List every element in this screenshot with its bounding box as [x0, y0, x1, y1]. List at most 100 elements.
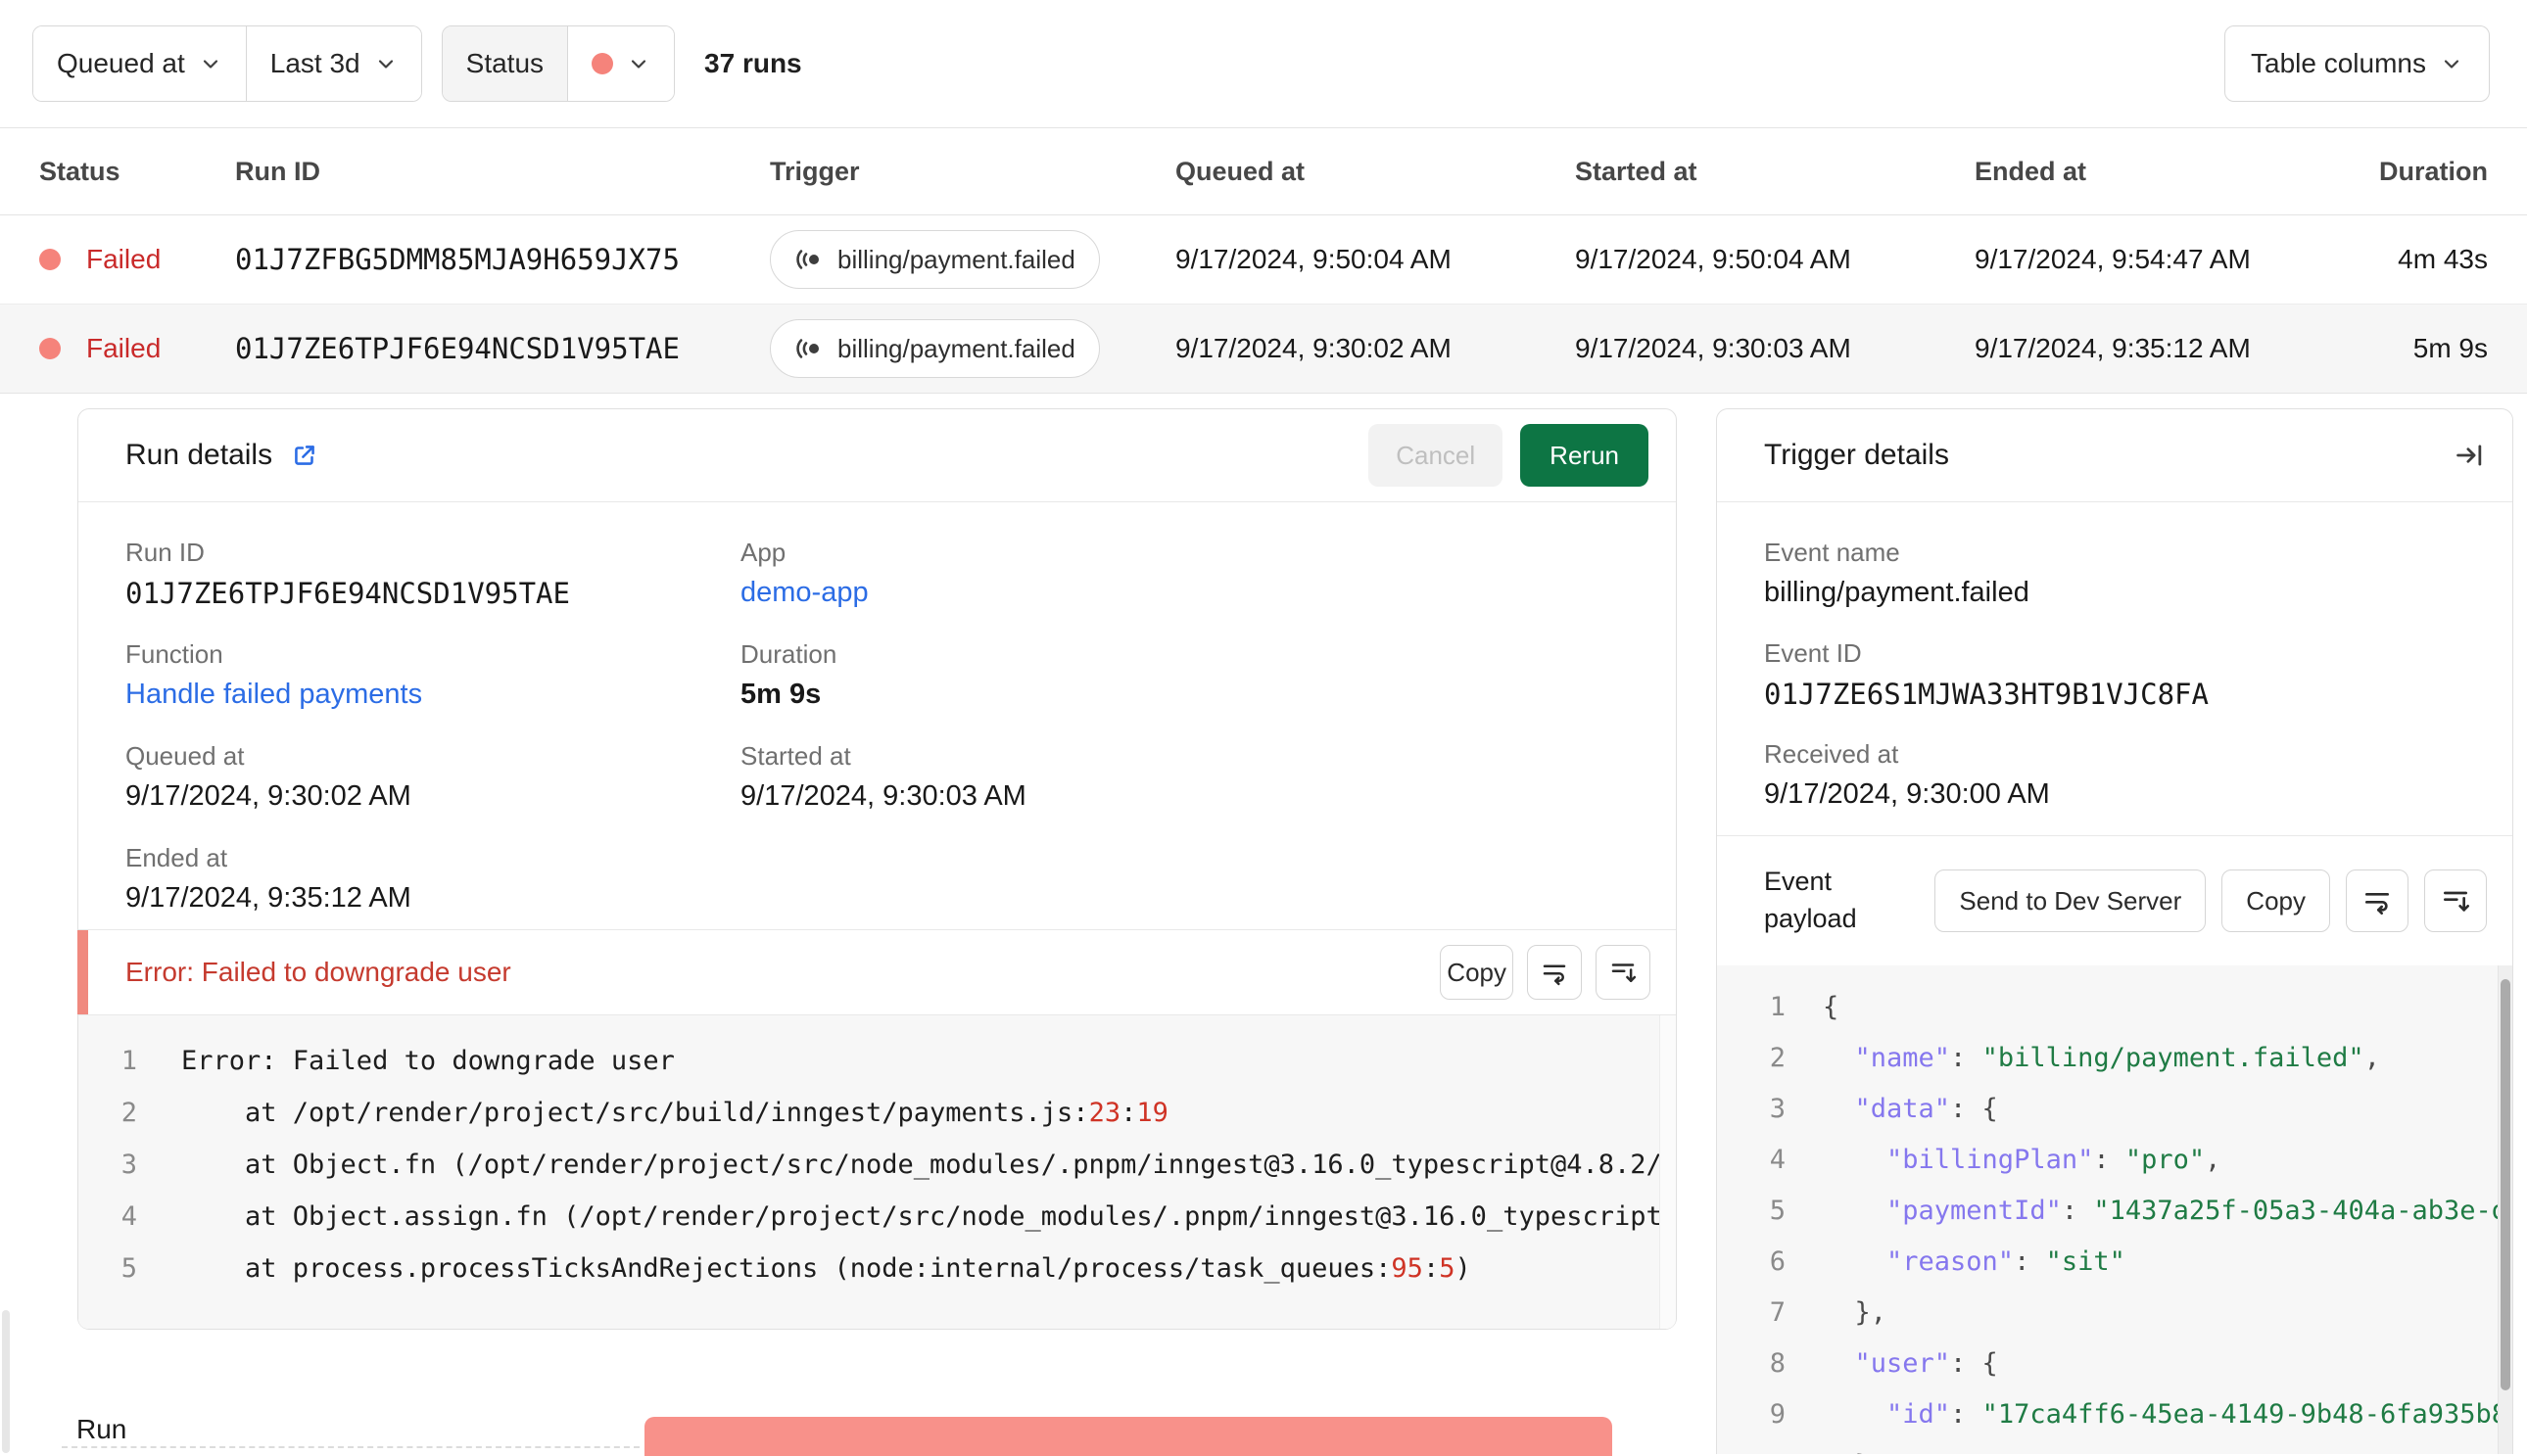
- duration-value: 5m 9s: [740, 679, 822, 710]
- trigger-details-header: Trigger details: [1717, 409, 2512, 502]
- scroll-to-bottom-button[interactable]: [1596, 945, 1650, 1000]
- code-line: 6 "reason": "sit": [1717, 1236, 2512, 1287]
- text-wrap-button[interactable]: [1527, 945, 1582, 1000]
- payload-scrollbar-thumb[interactable]: [2501, 979, 2510, 1390]
- timeline-run-bar[interactable]: [644, 1417, 1612, 1456]
- duration-value: 5m 9s: [2412, 333, 2488, 363]
- chevron-down-icon: [2444, 60, 2459, 69]
- event-id-value: 01J7ZE6S1MJWA33HT9B1VJC8FA: [1764, 678, 2209, 711]
- app-label: App: [740, 538, 787, 567]
- scroll-bottom-icon: [1611, 963, 1637, 982]
- code-line: 2 at /opt/render/project/src/build/innge…: [78, 1087, 1676, 1139]
- stack-trace-code-block[interactable]: 1 Error: Failed to downgrade user 2 at /op…: [78, 1014, 1676, 1329]
- line-number: 6: [1769, 1245, 1786, 1277]
- started-at-value: 9/17/2024, 9:30:03 AM: [1575, 333, 1851, 363]
- text-wrap-icon: [2365, 893, 2389, 915]
- line-number: 5: [120, 1253, 137, 1284]
- event-payload-title: Event payload: [1764, 867, 1857, 933]
- error-banner: Error: Failed to downgrade user Copy: [76, 929, 1676, 1014]
- started-at-value: 9/17/2024, 9:30:03 AM: [740, 780, 1026, 812]
- rerun-button[interactable]: Rerun: [1520, 424, 1648, 487]
- external-link-icon[interactable]: [290, 441, 319, 470]
- event-name-value: billing/payment.failed: [1764, 577, 2029, 608]
- run-id-value: 01J7ZE6TPJF6E94NCSD1V95TAE: [125, 577, 570, 610]
- code-line: 1 Error: Failed to downgrade user: [78, 1035, 1676, 1087]
- queued-at-value: 9/17/2024, 9:30:02 AM: [125, 780, 411, 812]
- table-row[interactable]: Failed 01J7ZFBG5DMM85MJA9H659JX75 billin…: [0, 215, 2527, 305]
- trigger-event-pill[interactable]: billing/payment.failed: [770, 319, 1100, 378]
- duration-value: 4m 43s: [2398, 244, 2488, 274]
- failed-status-dot: [592, 53, 614, 74]
- send-to-dev-server-button[interactable]: Send to Dev Server: [1934, 869, 2207, 932]
- code-line: 10 }: [1717, 1439, 2512, 1455]
- received-at-value: 9/17/2024, 9:30:00 AM: [1764, 778, 2050, 810]
- started-at-value: 9/17/2024, 9:50:04 AM: [1575, 244, 1851, 274]
- queued-at-label: Queued at: [125, 741, 245, 771]
- column-header-ended-at: Ended at: [1975, 156, 2087, 186]
- run-details-panel: Run details Cancel Rerun Run ID 01J7ZE6T…: [76, 408, 1677, 1330]
- copy-error-button[interactable]: Copy: [1440, 945, 1513, 1000]
- function-label: Function: [125, 639, 223, 669]
- column-header-started-at: Started at: [1575, 156, 1697, 186]
- run-details-body: Run ID 01J7ZE6TPJF6E94NCSD1V95TAE App de…: [78, 502, 1676, 929]
- run-id-label: Run ID: [125, 538, 205, 567]
- received-at-label: Received at: [1764, 739, 1899, 769]
- run-id-value: 01J7ZFBG5DMM85MJA9H659JX75: [235, 243, 680, 276]
- table-row-selected[interactable]: Failed 01J7ZE6TPJF6E94NCSD1V95TAE billin…: [0, 305, 2527, 394]
- queued-at-value: 9/17/2024, 9:50:04 AM: [1175, 244, 1452, 274]
- table-header-row: Status Run ID Trigger Queued at Started …: [0, 128, 2527, 215]
- failed-status-dot: [39, 249, 61, 270]
- column-header-status: Status: [39, 156, 120, 186]
- run-details-title: Run details: [125, 439, 273, 471]
- status-badge: Failed: [86, 244, 162, 274]
- code-line: 3 at Object.fn (/opt/render/project/src/…: [78, 1139, 1676, 1191]
- line-number: 4: [120, 1201, 137, 1232]
- line-number: 2: [120, 1098, 137, 1128]
- time-range-dropdown[interactable]: Last 3d: [245, 26, 421, 101]
- runs-count: 37 runs: [704, 48, 802, 78]
- column-header-queued-at: Queued at: [1175, 156, 1306, 186]
- ended-at-value: 9/17/2024, 9:35:12 AM: [1975, 333, 2251, 363]
- status-filter-dropdown[interactable]: [567, 26, 675, 101]
- error-accent-bar: [76, 930, 88, 1014]
- line-number: 7: [1769, 1296, 1786, 1328]
- runs-table: Status Run ID Trigger Queued at Started …: [0, 128, 2527, 394]
- cancel-button[interactable]: Cancel: [1368, 424, 1503, 487]
- event-payload-code-block[interactable]: 1{2 "name": "billing/payment.failed", 3 "…: [1717, 965, 2512, 1454]
- queued-at-filter-dropdown[interactable]: Queued at: [33, 26, 246, 101]
- trigger-details-panel: Trigger details Event name billing/payme…: [1716, 408, 2513, 1454]
- code-line: 4 "billingPlan": "pro",: [1717, 1134, 2512, 1185]
- code-line: 1{: [1717, 981, 2512, 1032]
- line-number: 3: [1769, 1093, 1786, 1124]
- copy-payload-button[interactable]: Copy: [2221, 869, 2330, 932]
- error-title: Error: Failed to downgrade user: [125, 957, 511, 987]
- code-line: 9 "id": "17ca4ff6-45ea-4149-9b48-6fa935b…: [1717, 1388, 2512, 1439]
- trigger-event-name: billing/payment.failed: [837, 333, 1075, 363]
- code-line: 5 at process.processTicksAndRejections (…: [78, 1243, 1676, 1294]
- failed-status-dot: [39, 338, 61, 359]
- code-scrollbar-track[interactable]: [1659, 1015, 1676, 1329]
- code-line: 8 "user": {: [1717, 1338, 2512, 1388]
- text-wrap-button[interactable]: [2346, 869, 2408, 932]
- event-icon: [796, 339, 819, 358]
- line-number: 2: [1769, 1042, 1786, 1073]
- function-link[interactable]: Handle failed payments: [125, 679, 740, 711]
- ended-at-value: 9/17/2024, 9:35:12 AM: [125, 882, 411, 914]
- run-id-value: 01J7ZE6TPJF6E94NCSD1V95TAE: [235, 332, 680, 365]
- collapse-panel-right-icon[interactable]: [2454, 440, 2485, 471]
- date-filter-group: Queued at Last 3d: [32, 25, 422, 102]
- event-name-label: Event name: [1764, 538, 1900, 567]
- table-columns-button[interactable]: Table columns: [2224, 25, 2490, 102]
- filter-bar: Queued at Last 3d Status 37 runs Table c…: [0, 0, 2527, 128]
- event-icon: [796, 250, 819, 269]
- trigger-details-body: Event name billing/payment.failed Event …: [1717, 502, 2512, 835]
- code-line: 4 at Object.assign.fn (/opt/render/proje…: [78, 1191, 1676, 1243]
- ended-at-value: 9/17/2024, 9:54:47 AM: [1975, 244, 2251, 274]
- app-link[interactable]: demo-app: [740, 577, 1629, 609]
- line-number: 1: [120, 1046, 137, 1076]
- code-line: 3 "data": {: [1717, 1083, 2512, 1134]
- scroll-to-bottom-button[interactable]: [2424, 869, 2487, 932]
- line-number: 4: [1769, 1144, 1786, 1175]
- trigger-event-pill[interactable]: billing/payment.failed: [770, 230, 1100, 289]
- run-details-header: Run details Cancel Rerun: [78, 409, 1676, 502]
